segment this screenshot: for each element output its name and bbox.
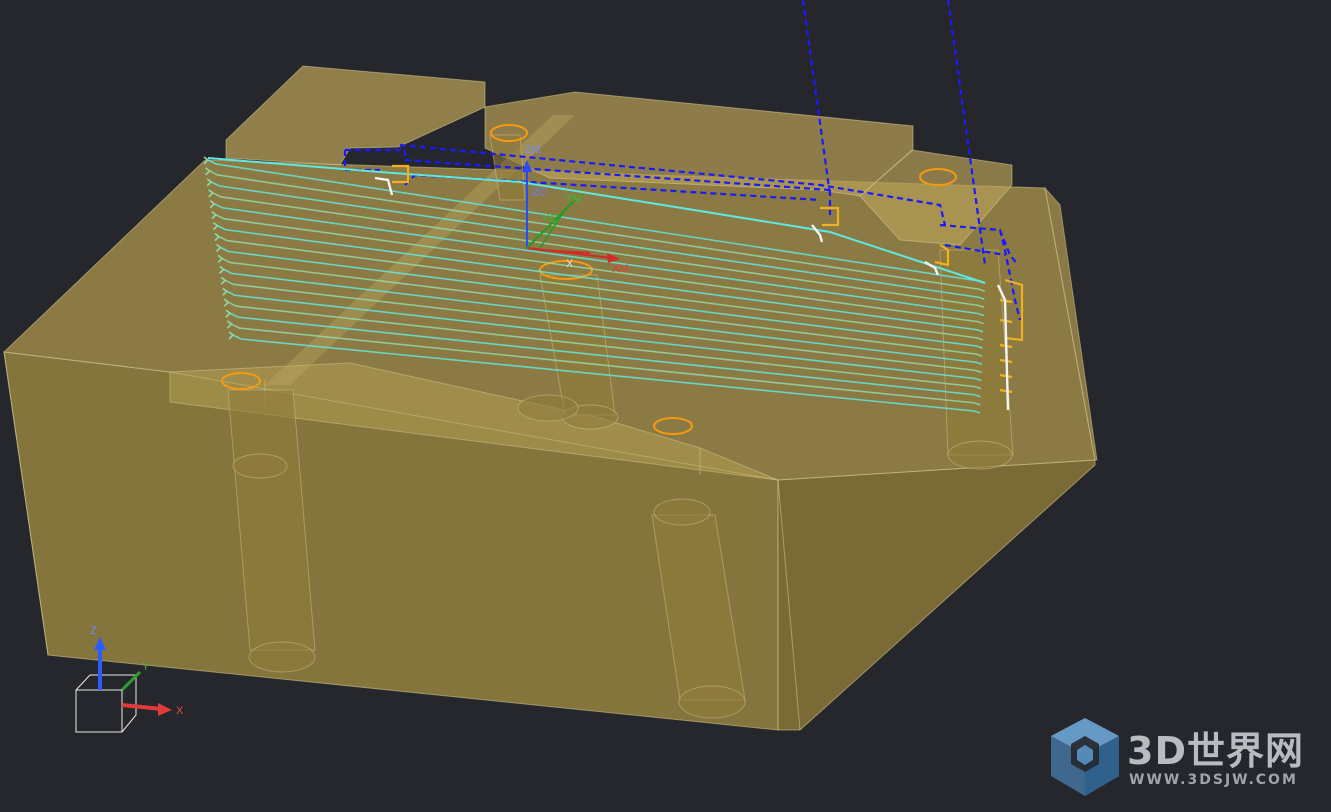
watermark: 3D世界网 WWW.3DSJW.COM [1045, 714, 1315, 804]
yc-label: YC [542, 213, 557, 225]
graphics-viewport[interactable]: ZM XM YM ZC YC X Z Y X 3D世界网 WWW.3DSJW.C… [0, 0, 1331, 812]
triad-z-label: Z [90, 625, 97, 637]
zc-label: ZC [532, 187, 547, 199]
triad-y-label: Y [142, 661, 150, 673]
zm-label: ZM [525, 144, 541, 156]
part-right-face [777, 459, 1096, 731]
triad-x-label: X [176, 705, 184, 717]
watermark-url: WWW.3DSJW.COM [1129, 772, 1298, 788]
xm-label: XM [612, 263, 629, 275]
triad-x-axis [121, 703, 163, 711]
watermark-cube-icon [1051, 718, 1119, 796]
origin-x-label: X [566, 258, 574, 270]
cad-scene[interactable]: ZM XM YM ZC YC X Z Y X [0, 0, 1331, 812]
watermark-title: 3D世界网 [1127, 729, 1304, 773]
triad-x-arrow [158, 703, 172, 716]
ym-label: YM [565, 193, 582, 205]
